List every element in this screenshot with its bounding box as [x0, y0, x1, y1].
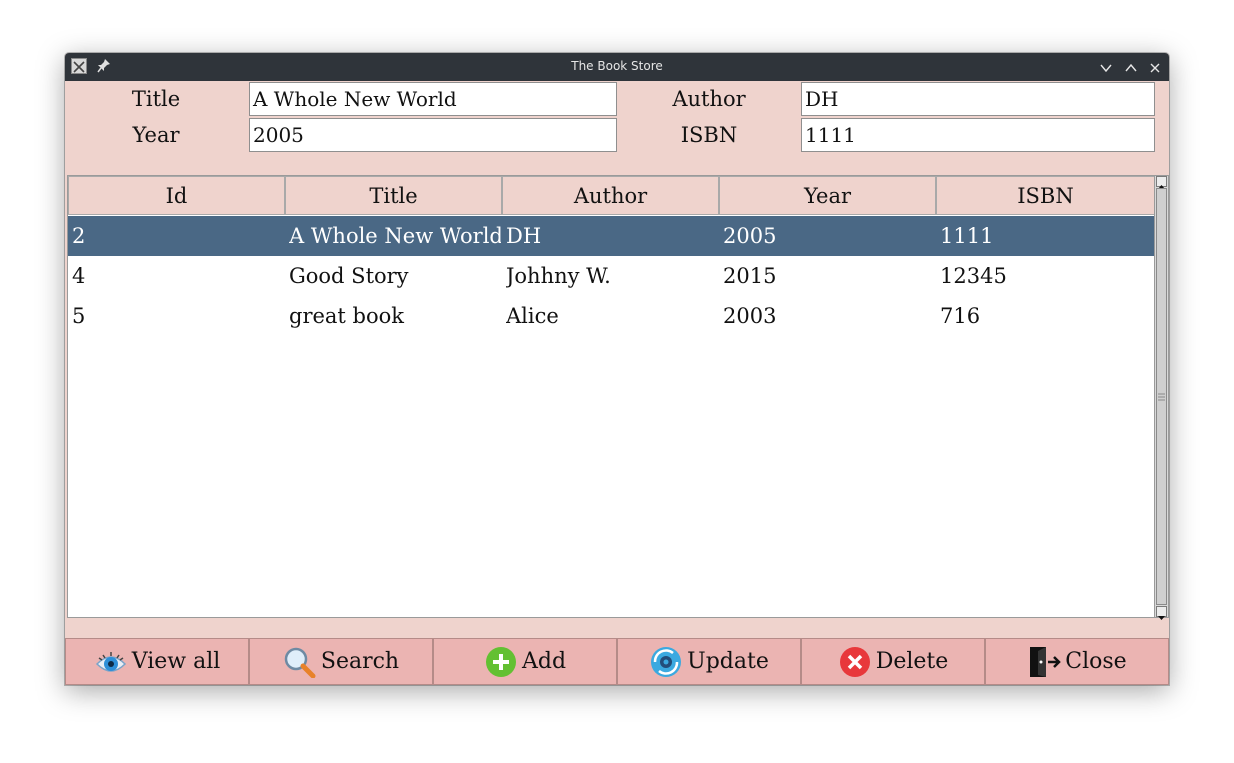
magnifier-icon [284, 647, 316, 678]
x-circle-icon [839, 646, 870, 677]
scroll-up-arrow-icon[interactable] [1156, 176, 1167, 189]
cell-isbn: 1111 [940, 224, 994, 248]
cell-year: 2003 [723, 304, 777, 328]
search-label: Search [320, 649, 400, 674]
cell-author: Alice [506, 304, 559, 328]
minimize-icon[interactable] [1099, 60, 1113, 74]
cell-id: 2 [72, 224, 86, 248]
cell-title: A Whole New World [289, 224, 501, 248]
cell-author: DH [506, 224, 542, 248]
add-label: Add [521, 649, 567, 674]
column-header-id[interactable]: Id [68, 176, 285, 215]
close-label: Close [1065, 649, 1127, 674]
scrollbar-thumb[interactable] [1156, 188, 1167, 605]
cell-isbn: 12345 [940, 264, 1007, 288]
cell-year: 2005 [723, 224, 777, 248]
update-label: Update [687, 649, 769, 674]
isbn-input[interactable]: 1111 [801, 118, 1155, 152]
cell-author: Johhny W. [506, 264, 611, 288]
search-button[interactable]: Search [249, 638, 433, 685]
table-row[interactable]: 2 A Whole New World DH 2005 1111 [68, 216, 1155, 256]
column-header-author[interactable]: Author [502, 176, 719, 215]
view-all-label: View all [131, 649, 221, 674]
table-row[interactable]: 5 great book Alice 2003 716 [68, 296, 1155, 336]
eye-icon [95, 651, 126, 672]
door-exit-icon [1030, 646, 1062, 677]
title-input[interactable]: A Whole New World [249, 82, 617, 116]
column-header-isbn[interactable]: ISBN [936, 176, 1155, 215]
gear-refresh-icon [651, 646, 682, 677]
table-row[interactable]: 4 Good Story Johhny W. 2015 12345 [68, 256, 1155, 296]
cell-year: 2015 [723, 264, 777, 288]
delete-button[interactable]: Delete [801, 638, 985, 685]
cell-id: 4 [72, 264, 86, 288]
isbn-label: ISBN [680, 123, 738, 147]
app-window: The Book Store Title A Whole New World A… [65, 53, 1169, 685]
column-header-year[interactable]: Year [719, 176, 936, 215]
books-table[interactable]: Id Title Author Year ISBN 2 A Whole New … [67, 175, 1169, 620]
add-button[interactable]: Add [433, 638, 617, 685]
column-header-title[interactable]: Title [285, 176, 502, 215]
close-window-icon[interactable] [1148, 60, 1162, 74]
delete-label: Delete [875, 649, 949, 674]
scroll-down-arrow-icon[interactable] [1156, 606, 1167, 620]
cell-title: great book [289, 304, 404, 328]
cell-isbn: 716 [940, 304, 981, 328]
title-label: Title [131, 87, 181, 111]
close-button[interactable]: Close [985, 638, 1169, 685]
year-label: Year [132, 123, 180, 147]
cell-id: 5 [72, 304, 86, 328]
plus-circle-icon [485, 646, 516, 677]
title-bar: The Book Store [65, 53, 1169, 81]
window-title: The Book Store [571, 59, 663, 73]
update-button[interactable]: Update [617, 638, 801, 685]
year-input[interactable]: 2005 [249, 118, 617, 152]
table-header: Id Title Author Year ISBN [68, 176, 1155, 216]
author-label: Author [672, 87, 746, 111]
author-input[interactable]: DH [801, 82, 1155, 116]
maximize-icon[interactable] [1124, 60, 1138, 74]
cell-title: Good Story [289, 264, 409, 288]
vertical-scrollbar[interactable] [1154, 176, 1168, 620]
button-bar: View all Search Add Update Delete Close [65, 638, 1169, 685]
view-all-button[interactable]: View all [65, 638, 249, 685]
